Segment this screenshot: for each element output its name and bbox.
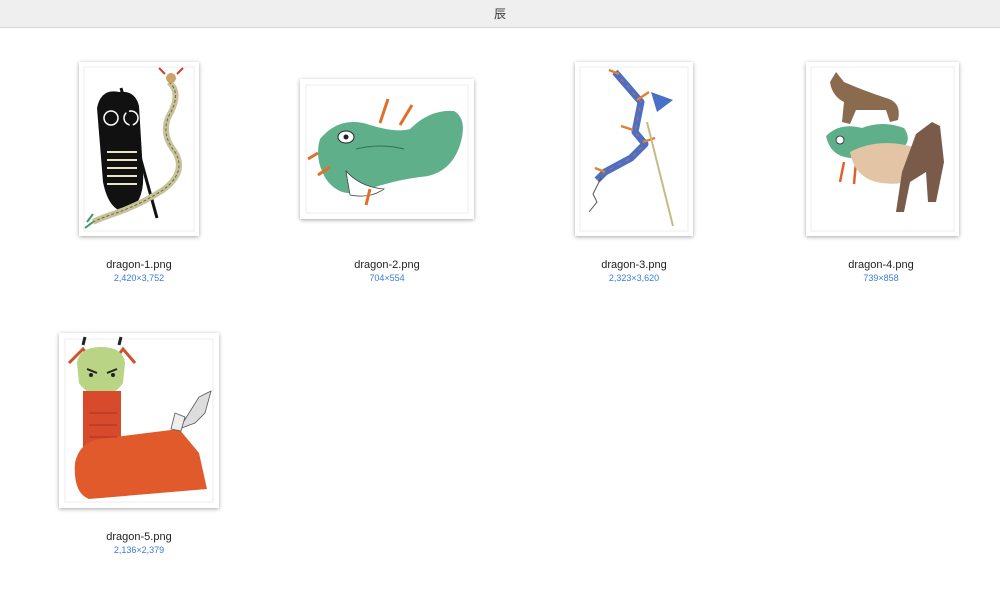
window-titlebar[interactable]: 辰 — [0, 0, 1000, 28]
window-title: 辰 — [493, 7, 506, 21]
file-name[interactable]: dragon-2.png — [272, 258, 502, 272]
file-caption: dragon-5.png 2,136×2,379 — [24, 530, 254, 556]
file-name[interactable]: dragon-5.png — [24, 530, 254, 544]
file-dimensions: 2,420×3,752 — [113, 273, 165, 283]
file-grid: dragon-1.png 2,420×3,752 dragon-2.png 70… — [0, 28, 1000, 610]
file-caption: dragon-4.png 739×858 — [766, 258, 996, 284]
file-name[interactable]: dragon-4.png — [766, 258, 996, 272]
thumbnail-dragon-1[interactable] — [79, 62, 199, 236]
file-caption: dragon-3.png 2,323×3,620 — [519, 258, 749, 284]
thumbnail-dragon-3[interactable] — [575, 62, 693, 236]
file-caption: dragon-1.png 2,420×3,752 — [24, 258, 254, 284]
file-item-dragon-4[interactable]: dragon-4.png 739×858 — [766, 28, 996, 288]
file-dimensions: 2,136×2,379 — [113, 545, 165, 555]
file-dimensions: 739×858 — [863, 273, 899, 283]
file-item-dragon-2[interactable]: dragon-2.png 704×554 — [272, 28, 502, 288]
file-caption: dragon-2.png 704×554 — [272, 258, 502, 284]
file-item-dragon-3[interactable]: dragon-3.png 2,323×3,620 — [519, 28, 749, 288]
thumbnail-dragon-5[interactable] — [59, 333, 219, 508]
file-dimensions: 2,323×3,620 — [608, 273, 660, 283]
file-item-dragon-5[interactable]: dragon-5.png 2,136×2,379 — [24, 300, 254, 560]
file-dimensions: 704×554 — [369, 273, 405, 283]
file-name[interactable]: dragon-3.png — [519, 258, 749, 272]
file-name[interactable]: dragon-1.png — [24, 258, 254, 272]
file-item-dragon-1[interactable]: dragon-1.png 2,420×3,752 — [24, 28, 254, 288]
thumbnail-dragon-2[interactable] — [300, 79, 474, 219]
thumbnail-dragon-4[interactable] — [806, 62, 959, 236]
